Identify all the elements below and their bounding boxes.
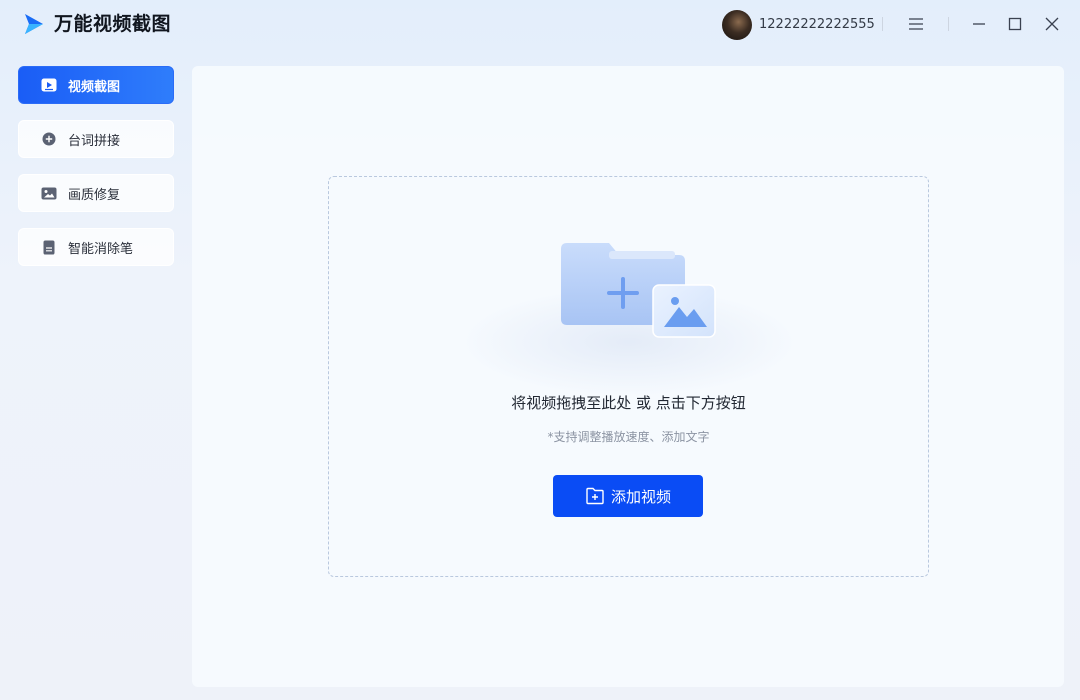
hamburger-menu-icon[interactable] xyxy=(904,12,928,36)
add-video-button[interactable]: 添加视频 xyxy=(553,475,703,517)
image-icon xyxy=(41,185,57,201)
sidebar-item-label: 智能消除笔 xyxy=(68,241,134,257)
main-panel: 将视频拖拽至此处 或 点击下方按钮 *支持调整播放速度、添加文字 添加视频 xyxy=(192,66,1064,687)
sidebar: 视频截图 台词拼接 画质修复 智能消除笔 xyxy=(18,66,174,282)
play-logo-icon xyxy=(24,13,44,35)
title-bar: 万能视频截图 12222222222555 xyxy=(0,0,1080,50)
hint-text: *支持调整播放速度、添加文字 xyxy=(547,430,710,444)
folder-plus-icon xyxy=(585,487,605,505)
add-video-button-label: 添加视频 xyxy=(610,487,671,506)
document-icon xyxy=(41,239,57,255)
sidebar-item-smart-eraser[interactable]: 智能消除笔 xyxy=(18,228,174,266)
maximize-icon[interactable] xyxy=(1003,12,1027,36)
video-screenshot-icon xyxy=(41,77,57,93)
sidebar-item-quality-repair[interactable]: 画质修复 xyxy=(18,174,174,212)
video-drop-zone[interactable]: 将视频拖拽至此处 或 点击下方按钮 *支持调整播放速度、添加文字 添加视频 xyxy=(328,176,929,577)
sidebar-item-subtitle-stitch[interactable]: 台词拼接 xyxy=(18,120,174,158)
folder-image-illustration xyxy=(557,235,717,339)
drop-instruction: 将视频拖拽至此处 或 点击下方按钮 xyxy=(511,394,746,412)
sidebar-item-label: 画质修复 xyxy=(68,187,121,203)
user-id[interactable]: 12222222222555 xyxy=(759,16,875,34)
minimize-icon[interactable] xyxy=(967,12,991,36)
sidebar-item-video-screenshot[interactable]: 视频截图 xyxy=(18,66,174,104)
sidebar-item-label: 台词拼接 xyxy=(68,133,121,149)
close-icon[interactable] xyxy=(1040,12,1064,36)
plus-circle-icon xyxy=(41,131,57,147)
app-title: 万能视频截图 xyxy=(54,13,172,35)
sidebar-item-label: 视频截图 xyxy=(68,79,121,95)
divider xyxy=(948,17,949,31)
user-avatar[interactable] xyxy=(722,10,752,40)
divider xyxy=(882,17,883,31)
